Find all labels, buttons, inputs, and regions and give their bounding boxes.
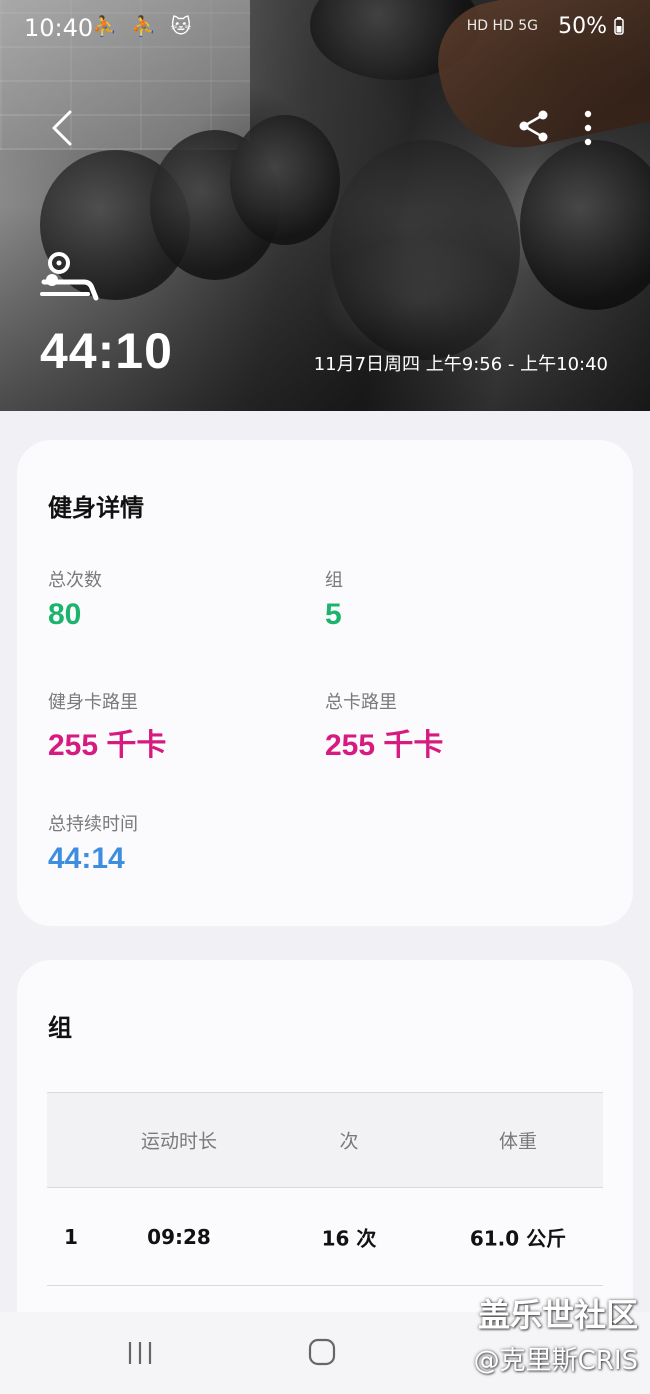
set-index: 1	[64, 1224, 78, 1249]
stat-value: 5	[325, 598, 342, 631]
bench-press-icon	[40, 252, 99, 301]
recents-button[interactable]	[126, 1340, 154, 1366]
status-time: 10:40	[24, 14, 94, 42]
set-weight: 61.0 公斤	[469, 1226, 567, 1250]
battery-indicator: 50%	[558, 14, 624, 39]
table-header: 运动时长 次 体重	[47, 1092, 603, 1188]
total-duration-stat: 总持续时间 44:14	[48, 810, 138, 876]
total-reps-stat: 总次数 80	[48, 566, 102, 632]
hero-banner: 10:40 ⛹ ⛹ 🐱 HD HD 5G 50% 44:10 11月7日周四 上…	[0, 0, 650, 411]
notification-icons: ⛹ ⛹ 🐱	[92, 14, 196, 38]
sets-table: 运动时长 次 体重 1 09:28 16 次 61.0 公斤	[47, 1092, 603, 1286]
stat-label: 组	[325, 570, 343, 591]
battery-icon	[614, 17, 624, 35]
watermark-author: @克里斯CRIS	[473, 1346, 638, 1376]
card-title: 组	[48, 1014, 72, 1042]
back-button[interactable]	[44, 108, 80, 148]
share-button[interactable]	[516, 108, 552, 144]
chevron-left-icon	[52, 110, 72, 146]
fitness-details-card: 健身详情 总次数 80 组 5 健身卡路里 255 千卡 总卡路里 255 千卡…	[17, 440, 633, 926]
total-calories-stat: 总卡路里 255 千卡	[325, 688, 443, 764]
column-header-weight: 体重	[498, 1130, 538, 1153]
workout-duration: 44:10	[40, 323, 173, 379]
stat-label: 健身卡路里	[48, 692, 138, 713]
more-options-button[interactable]	[574, 108, 602, 148]
more-vertical-icon	[584, 110, 592, 146]
column-header-duration: 运动时长	[140, 1130, 218, 1153]
stat-value: 255 千卡	[48, 729, 167, 762]
share-icon	[519, 110, 548, 142]
signal-icon: HD HD 5G	[466, 18, 538, 34]
status-bar: 10:40 ⛹ ⛹ 🐱 HD HD 5G 50%	[0, 0, 650, 56]
stat-label: 总持续时间	[48, 814, 138, 835]
table-row[interactable]: 1 09:28 16 次 61.0 公斤	[47, 1188, 603, 1286]
stat-value: 255 千卡	[325, 729, 444, 762]
home-button[interactable]	[308, 1338, 336, 1366]
set-reps: 16 次	[321, 1226, 377, 1250]
battery-percent: 50%	[558, 14, 607, 39]
workout-date-range: 11月7日周四 上午9:56 - 上午10:40	[313, 354, 608, 375]
set-duration: 09:28	[147, 1224, 211, 1249]
stat-label: 总卡路里	[325, 692, 397, 713]
stat-value: 80	[48, 598, 82, 631]
workout-calories-stat: 健身卡路里 255 千卡	[48, 688, 166, 764]
column-header-reps: 次	[339, 1130, 359, 1153]
stat-value: 44:14	[48, 842, 125, 875]
sets-stat: 组 5	[325, 566, 343, 632]
card-title: 健身详情	[48, 494, 144, 522]
watermark-title: 盖乐世社区	[477, 1296, 638, 1334]
stat-label: 总次数	[48, 570, 102, 591]
